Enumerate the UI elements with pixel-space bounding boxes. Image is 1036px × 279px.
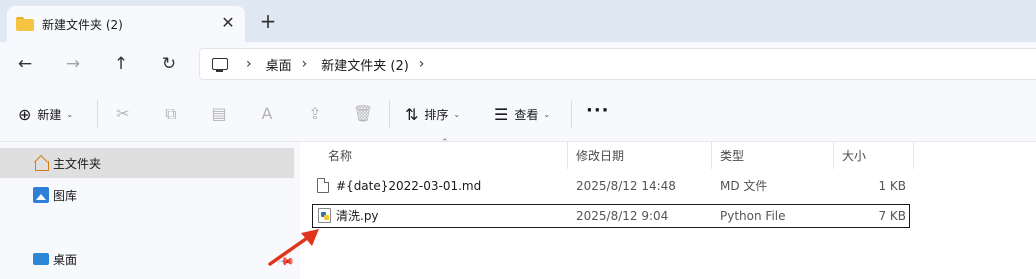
new-label: 新建: [37, 107, 62, 122]
breadcrumb-desktop[interactable]: 桌面: [266, 55, 292, 74]
command-bar: ⊕ 新建 ⌄ ✂ ⧉ ▤ A ⇪ 🗑 ⇅ 排序 ⌄ ☰ 查看 ⌄ ···: [0, 86, 1036, 142]
chevron-down-icon: ⌄: [66, 109, 74, 119]
sort-label: 排序: [424, 107, 449, 122]
file-type: Python File: [720, 209, 786, 223]
share-button[interactable]: ⇪: [304, 103, 326, 125]
sidebar-item-label: 主文件夹: [53, 156, 102, 171]
arrow-shaft: [268, 234, 312, 266]
chevron-right-icon[interactable]: ›: [302, 56, 308, 72]
column-header-label: 名称: [328, 149, 353, 163]
column-header-size[interactable]: 大小: [834, 142, 914, 169]
chevron-down-icon: ⌄: [543, 109, 551, 119]
copy-button[interactable]: ⧉: [160, 103, 182, 125]
column-header-label: 修改日期: [576, 149, 625, 163]
view-label: 查看: [514, 107, 539, 122]
up-button[interactable]: ↑: [109, 52, 133, 76]
chevron-right-icon[interactable]: ›: [419, 56, 425, 72]
rename-button[interactable]: A: [256, 103, 278, 125]
divider: [571, 100, 572, 128]
table-row[interactable]: #{date}2022-03-01.md 2025/8/12 14:48 MD …: [312, 175, 910, 199]
cut-button[interactable]: ✂: [112, 103, 134, 125]
sort-button[interactable]: ⇅ 排序 ⌄: [405, 102, 460, 126]
chevron-down-icon: ⌄: [453, 109, 461, 119]
delete-button[interactable]: 🗑: [352, 103, 374, 125]
file-size: 1 KB: [878, 179, 906, 193]
file-name: #{date}2022-03-01.md: [336, 179, 482, 193]
sidebar-item-gallery[interactable]: 图库: [0, 180, 294, 210]
chevron-right-icon[interactable]: ›: [246, 56, 252, 72]
column-header-type[interactable]: 类型: [712, 142, 834, 169]
view-list-icon: ☰: [494, 104, 509, 124]
divider: [97, 100, 98, 128]
sidebar-item-desktop[interactable]: 桌面: [0, 244, 294, 274]
more-options-button[interactable]: ···: [586, 100, 610, 121]
navigation-pane: 主文件夹 图库 桌面: [0, 142, 300, 279]
folder-icon: [16, 17, 34, 31]
file-modified: 2025/8/12 14:48: [576, 179, 676, 193]
computer-icon: [212, 58, 228, 72]
tab-new-folder-2[interactable]: 新建文件夹 (2) ✕: [7, 6, 245, 42]
table-row-selected[interactable]: 清洗.py 2025/8/12 9:04 Python File 7 KB: [312, 204, 910, 228]
forward-button[interactable]: →: [61, 52, 85, 76]
sort-icon: ⇅: [405, 104, 419, 124]
new-button[interactable]: ⊕ 新建 ⌄: [18, 102, 73, 126]
tab-title: 新建文件夹 (2): [42, 17, 123, 32]
gallery-icon: [33, 187, 49, 203]
paste-button[interactable]: ▤: [208, 103, 230, 125]
column-header-label: 类型: [720, 149, 745, 163]
back-button[interactable]: ←: [13, 52, 37, 76]
file-size: 7 KB: [878, 209, 906, 223]
home-icon: [33, 155, 49, 171]
divider: [389, 100, 390, 128]
python-file-icon: [318, 208, 331, 223]
breadcrumb-new-folder-2[interactable]: 新建文件夹 (2): [321, 55, 409, 74]
column-header-label: 大小: [842, 149, 867, 163]
column-header-modified[interactable]: 修改日期: [568, 142, 712, 169]
tab-strip: 新建文件夹 (2) ✕ +: [0, 0, 1036, 42]
file-type: MD 文件: [720, 179, 768, 193]
view-button[interactable]: ☰ 查看 ⌄: [494, 102, 550, 126]
desktop-icon: [33, 253, 49, 265]
file-list: ⌃ 名称 修改日期 类型 大小 #{date}2022-03-01.md 202…: [300, 138, 1036, 279]
close-tab-button[interactable]: ✕: [219, 14, 237, 32]
plus-circle-icon: ⊕: [18, 104, 32, 124]
navigation-bar: ← → ↑ ↻ › 桌面 › 新建文件夹 (2) ›: [0, 42, 1036, 86]
annotation-arrow: [268, 229, 319, 266]
arrow-head: [301, 229, 319, 246]
file-name: 清洗.py: [336, 209, 379, 223]
file-icon: [317, 178, 329, 193]
new-tab-button[interactable]: +: [258, 11, 278, 31]
sidebar-item-label: 桌面: [53, 252, 78, 267]
file-modified: 2025/8/12 9:04: [576, 209, 669, 223]
refresh-button[interactable]: ↻: [157, 52, 181, 76]
sidebar-item-home[interactable]: 主文件夹: [0, 148, 294, 178]
address-bar[interactable]: › 桌面 › 新建文件夹 (2) ›: [199, 48, 1036, 80]
column-header-name[interactable]: 名称: [320, 142, 568, 169]
sidebar-item-label: 图库: [53, 188, 78, 203]
